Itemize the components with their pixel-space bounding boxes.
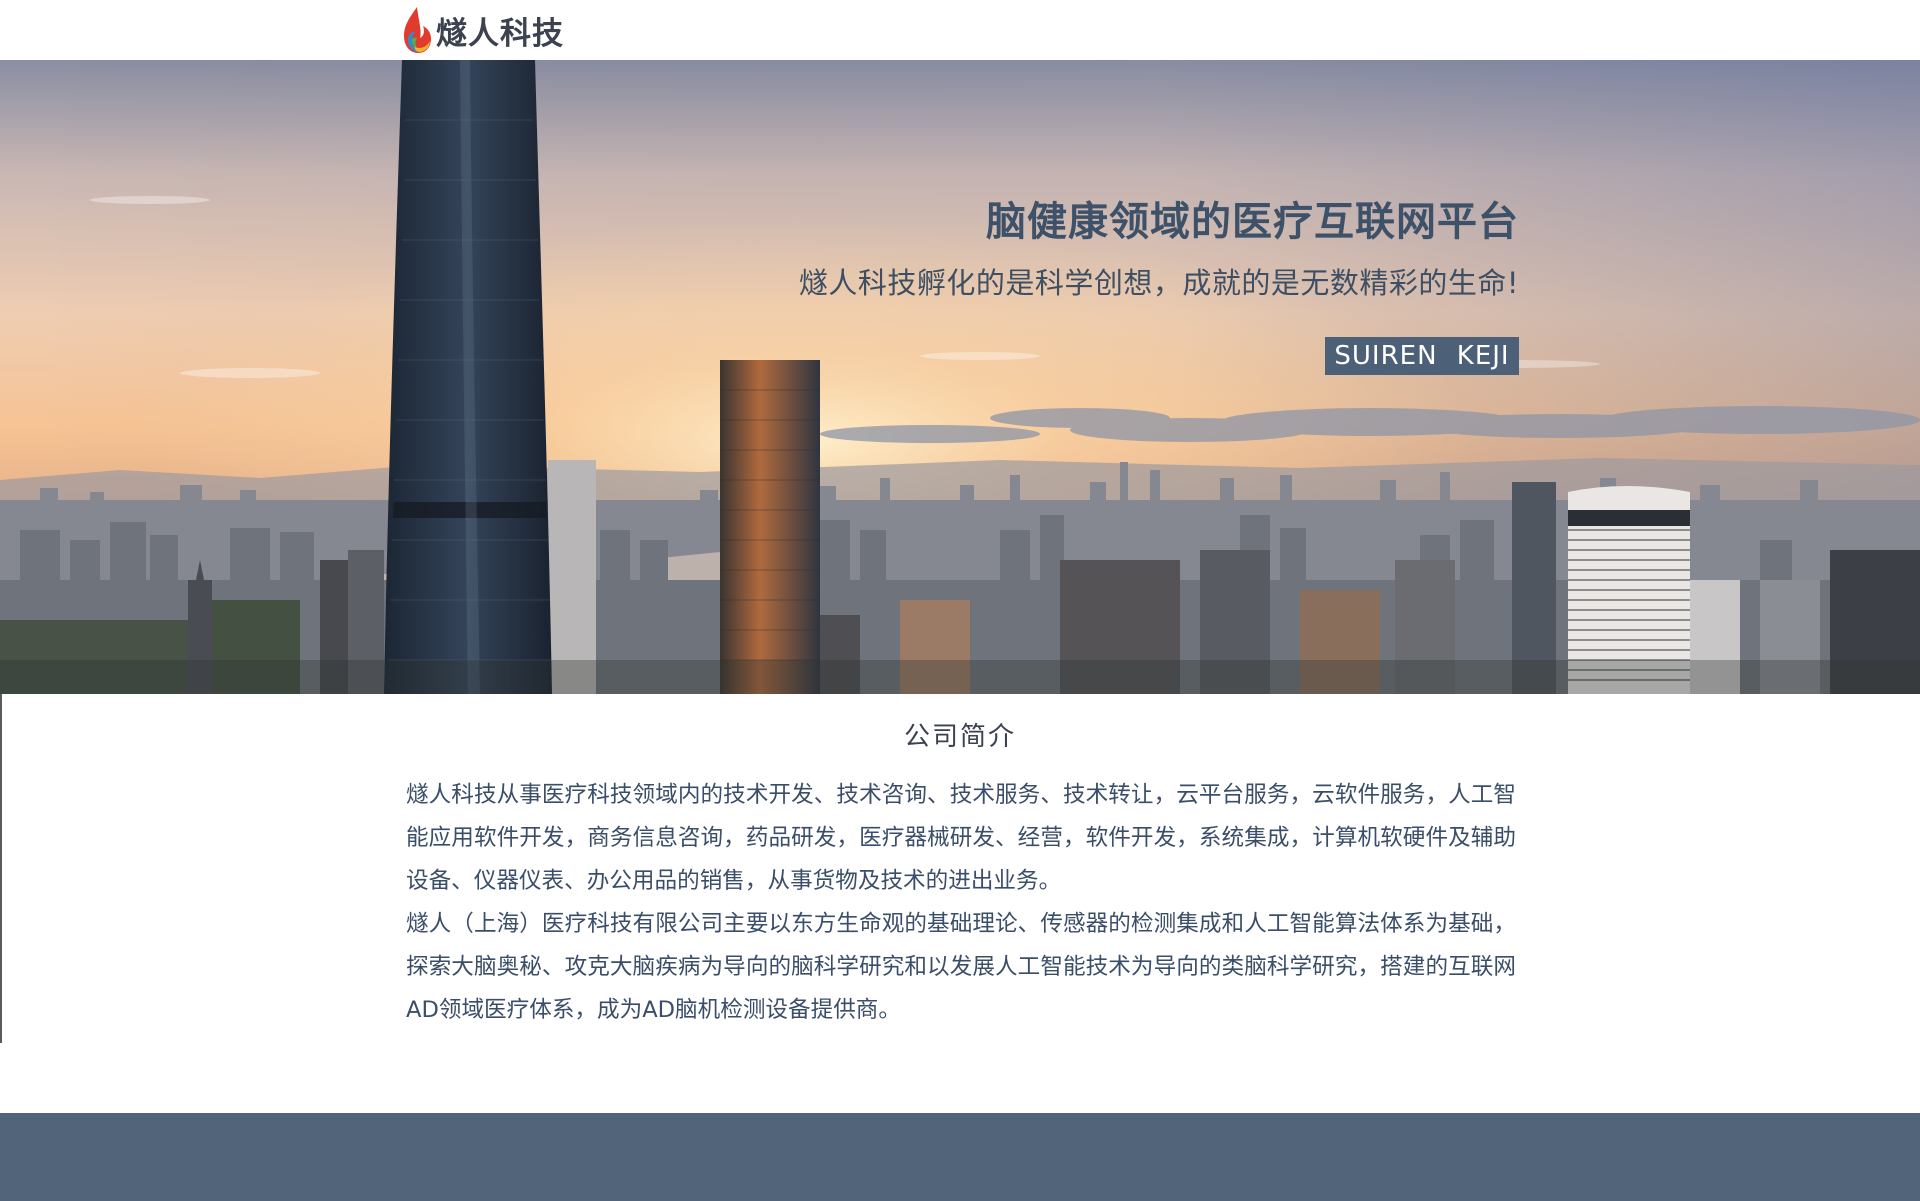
hero-subtitle: 燧人科技孵化的是科学创想，成就的是无数精彩的生命! bbox=[798, 266, 1519, 300]
hero-headline: 脑健康领域的医疗互联网平台 bbox=[986, 199, 1519, 245]
site-footer bbox=[0, 1113, 1920, 1201]
page: 燧人科技 脑健康领域的医疗互联网平台 燧人科技孵化的是科学创想，成就的是无数精彩… bbox=[0, 0, 1920, 1201]
city-skyline-sunset-image bbox=[0, 60, 1920, 694]
company-intro-text: 燧人科技从事医疗科技领域内的技术开发、技术咨询、技术服务、技术转让，云平台服务，… bbox=[406, 774, 1516, 1032]
intro-paragraph: 燧人科技从事医疗科技领域内的技术开发、技术咨询、技术服务、技术转让，云平台服务，… bbox=[406, 782, 1516, 894]
hero-banner: 脑健康领域的医疗互联网平台 燧人科技孵化的是科学创想，成就的是无数精彩的生命! … bbox=[0, 60, 1920, 694]
section-title-company-intro: 公司简介 bbox=[903, 722, 1016, 752]
brand-logo[interactable]: 燧人科技 bbox=[400, 4, 564, 56]
hero-badge: SUIREN KEJI bbox=[1325, 337, 1519, 375]
flame-drop-icon bbox=[404, 7, 431, 53]
site-header: 燧人科技 bbox=[0, 0, 1920, 60]
brand-name: 燧人科技 bbox=[436, 15, 564, 52]
intro-paragraph: 燧人（上海）医疗科技有限公司主要以东方生命观的基础理论、传感器的检测集成和人工智… bbox=[406, 911, 1516, 1023]
